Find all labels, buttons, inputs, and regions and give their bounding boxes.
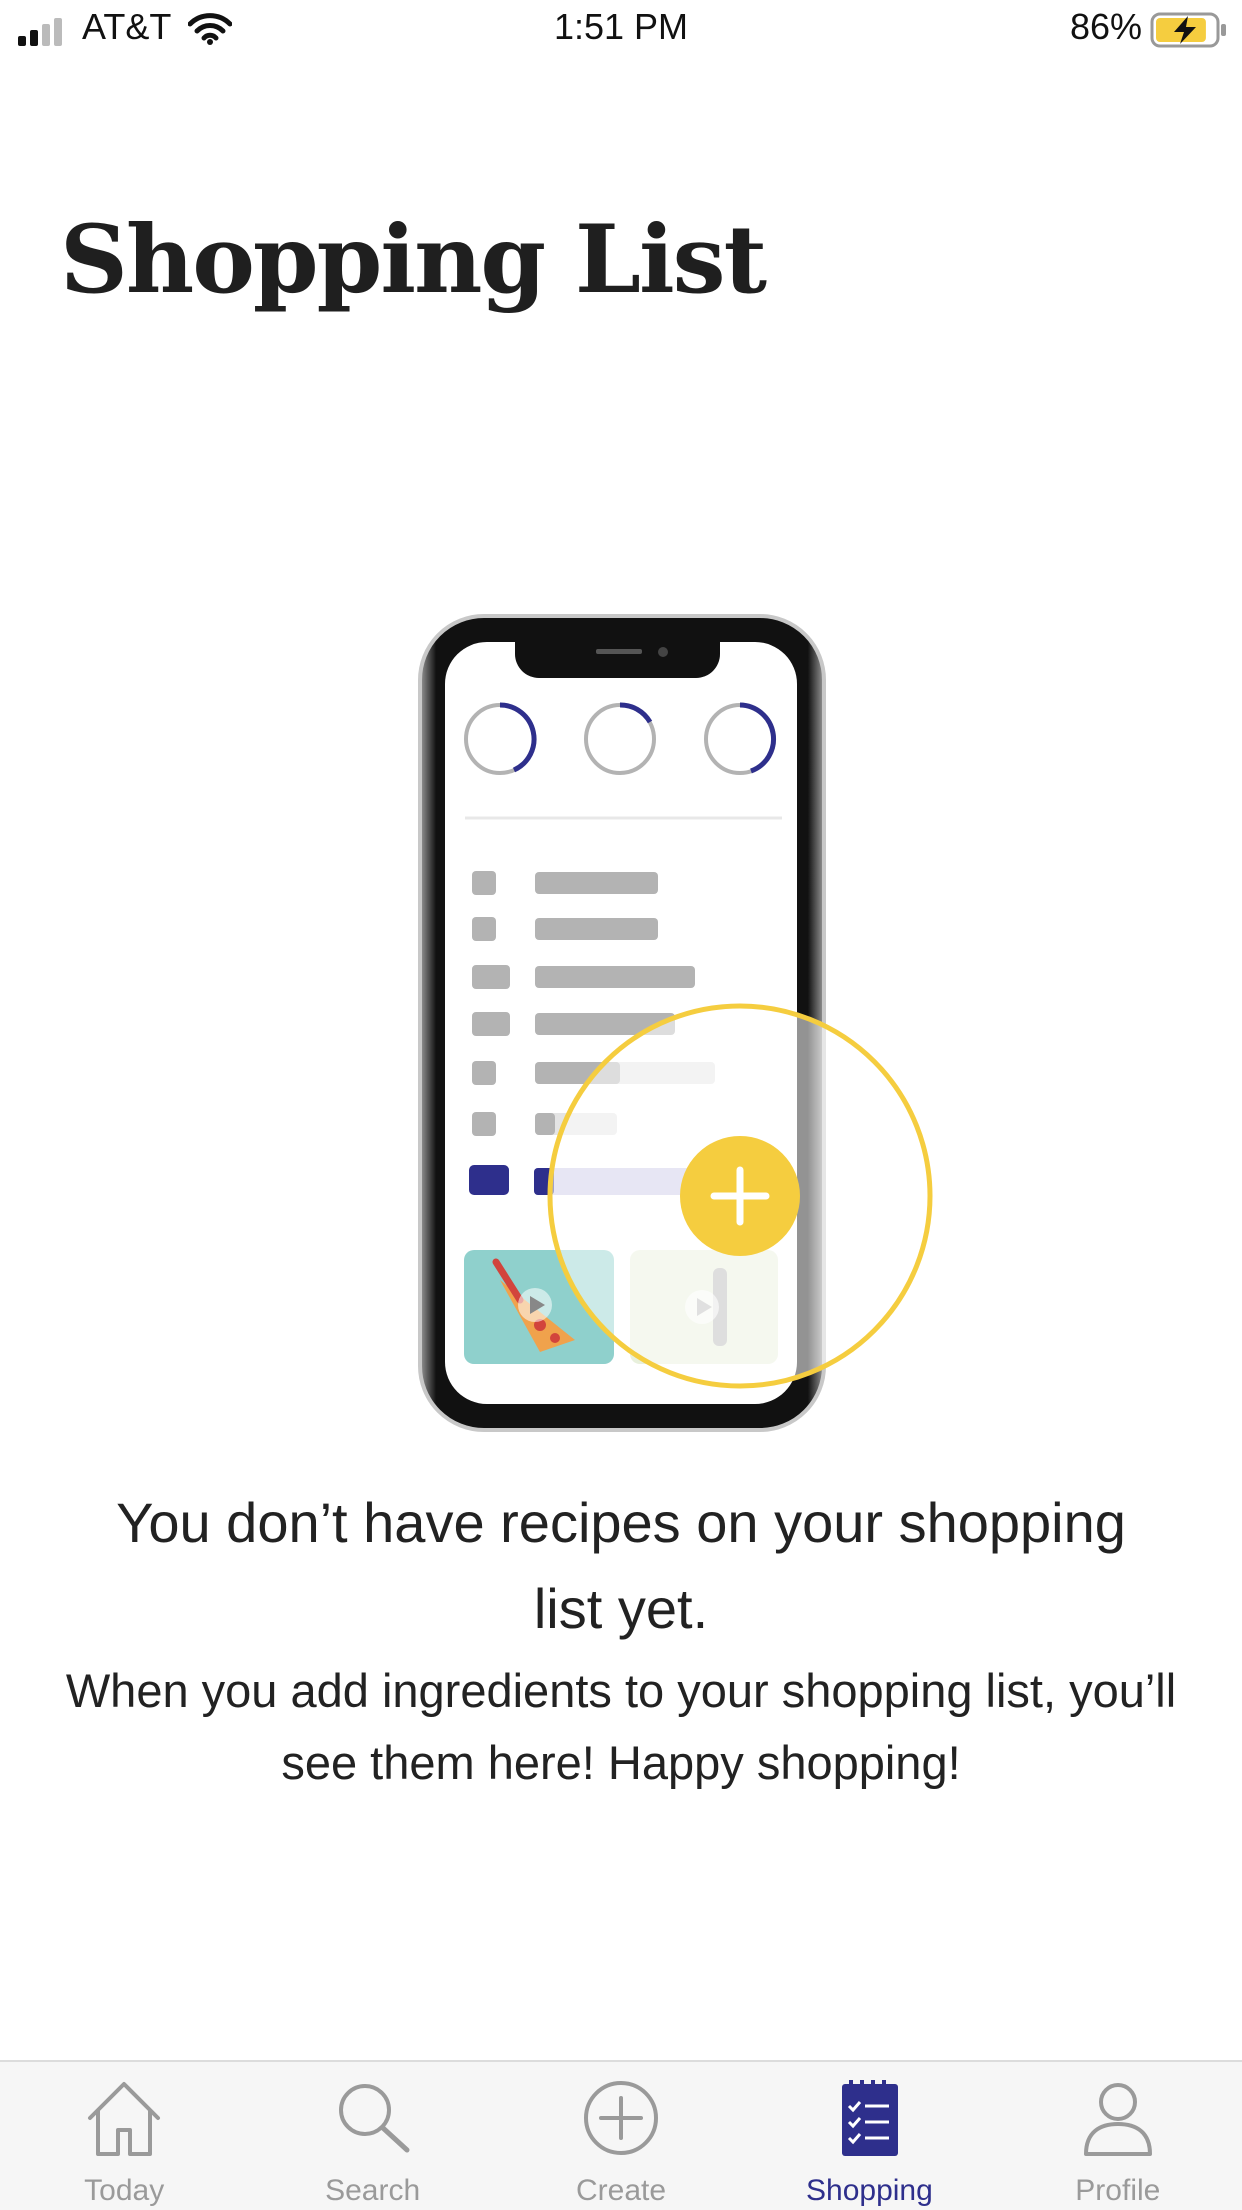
status-bar: AT&T 1:51 PM 86% bbox=[0, 0, 1242, 60]
tab-label: Search bbox=[325, 2174, 421, 2207]
empty-state-illustration bbox=[418, 614, 933, 1432]
search-icon bbox=[338, 2084, 410, 2153]
empty-state-message: When you add ingredients to your shoppin… bbox=[65, 1664, 1177, 1789]
tab-create[interactable]: Create bbox=[497, 2062, 745, 2210]
battery-charging-icon bbox=[1150, 12, 1226, 48]
tab-label: Create bbox=[575, 2174, 667, 2207]
tab-label: Profile bbox=[1075, 2174, 1161, 2207]
person-icon bbox=[1083, 2083, 1152, 2156]
tab-today[interactable]: Today bbox=[0, 2062, 248, 2210]
battery-percentage: 86% bbox=[1069, 6, 1142, 47]
page-title: Shopping List bbox=[60, 205, 767, 315]
plus-circle-icon bbox=[584, 2081, 659, 2155]
shopping-list-icon bbox=[842, 2080, 899, 2156]
tab-label: Today bbox=[84, 2174, 165, 2207]
clock: 1:51 PM bbox=[553, 6, 689, 47]
tab-label: Shopping bbox=[806, 2174, 933, 2207]
tab-search[interactable]: Search bbox=[248, 2062, 496, 2210]
tab-shopping[interactable]: Shopping bbox=[745, 2062, 993, 2210]
empty-state-heading: You don’t have recipes on your shopping … bbox=[116, 1491, 1126, 1640]
home-icon bbox=[88, 2082, 161, 2156]
tab-profile[interactable]: Profile bbox=[994, 2062, 1242, 2210]
tab-bar: Today Search Create Shopping Profile bbox=[0, 2060, 1242, 2210]
